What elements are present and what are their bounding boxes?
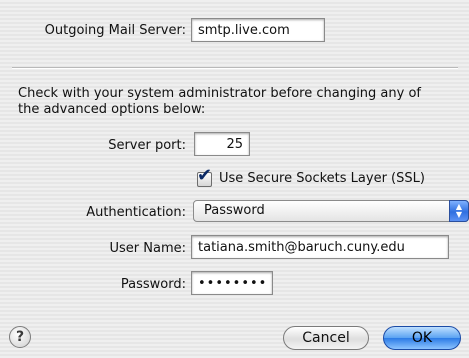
authentication-label: Authentication: bbox=[86, 205, 186, 220]
cancel-button[interactable]: Cancel bbox=[283, 326, 369, 350]
authentication-popup[interactable]: Password ▲ ▼ bbox=[193, 200, 469, 222]
authentication-value: Password bbox=[204, 203, 265, 218]
ssl-checkbox[interactable]: ✔ bbox=[197, 167, 212, 187]
server-port-input[interactable]: 25 bbox=[194, 132, 250, 156]
updown-arrows-icon: ▲ ▼ bbox=[449, 200, 469, 222]
advanced-note-line-1: Check with your system administrator bef… bbox=[18, 86, 421, 101]
advanced-note-line-2: the advanced options below: bbox=[18, 102, 206, 117]
ssl-label[interactable]: Use Secure Sockets Layer (SSL) bbox=[219, 171, 425, 186]
help-button[interactable]: ? bbox=[9, 326, 31, 348]
outgoing-mail-server-input[interactable]: smtp.live.com bbox=[191, 18, 325, 42]
user-name-input[interactable]: tatiana.smith@baruch.cuny.edu bbox=[191, 235, 449, 259]
checkmark-icon: ✔ bbox=[197, 165, 213, 186]
user-name-label: User Name: bbox=[109, 241, 187, 256]
section-divider bbox=[12, 67, 458, 69]
password-label: Password: bbox=[120, 277, 186, 292]
outgoing-mail-server-label: Outgoing Mail Server: bbox=[44, 23, 186, 38]
password-input[interactable]: •••••••• bbox=[191, 271, 273, 295]
advanced-options-note: Check with your system administrator bef… bbox=[18, 86, 458, 118]
ok-button[interactable]: OK bbox=[383, 326, 461, 350]
server-port-label: Server port: bbox=[108, 138, 186, 153]
